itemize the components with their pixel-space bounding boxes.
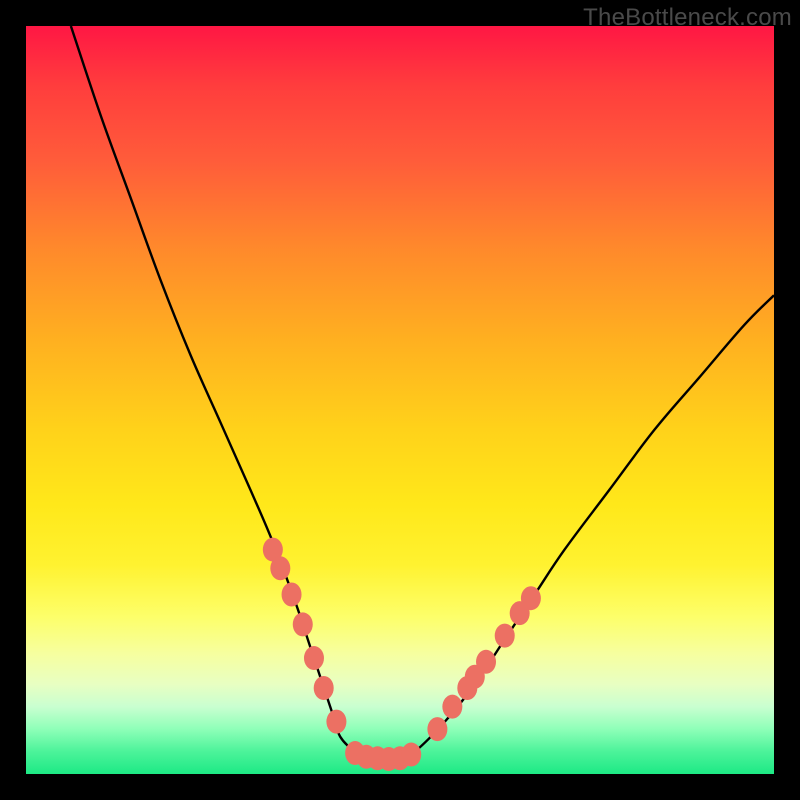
- curve-marker: [282, 582, 302, 606]
- curve-marker: [521, 586, 541, 610]
- curve-marker: [270, 556, 290, 580]
- curve-marker: [427, 717, 447, 741]
- watermark-text: TheBottleneck.com: [583, 4, 792, 32]
- curve-marker: [495, 624, 515, 648]
- curve-marker: [314, 676, 334, 700]
- curve-markers: [263, 538, 541, 771]
- bottleneck-curve-svg: [26, 26, 774, 774]
- curve-marker: [476, 650, 496, 674]
- curve-marker: [442, 695, 462, 719]
- curve-marker: [326, 710, 346, 734]
- chart-plot-area: [26, 26, 774, 774]
- curve-marker: [401, 743, 421, 767]
- curve-marker: [304, 646, 324, 670]
- curve-marker: [293, 612, 313, 636]
- bottleneck-curve-line: [71, 26, 774, 760]
